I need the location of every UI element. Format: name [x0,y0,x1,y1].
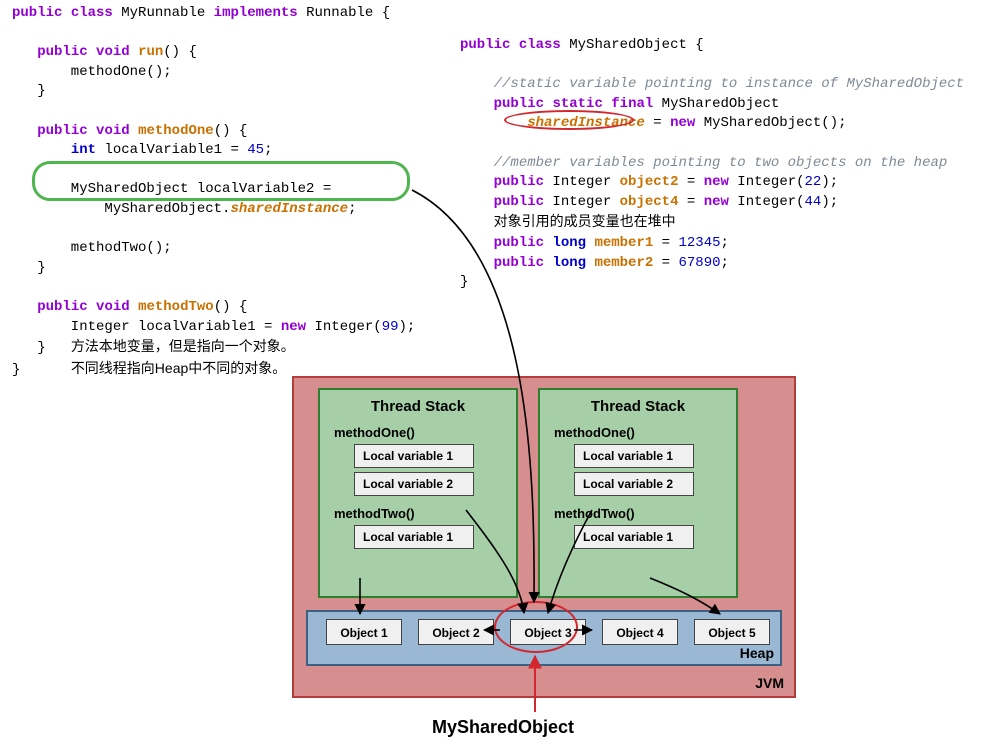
local-variable-2a: Local variable 2 [574,472,694,496]
frame-methodtwo: methodTwo() [554,506,736,521]
local-variable-1a: Local variable 1 [574,444,694,468]
jvm-label: JVM [755,675,784,691]
frame-methodone: methodOne() [334,425,516,440]
object-4: Object 4 [602,619,678,645]
local-variable-1b: Local variable 1 [354,525,474,549]
thread-stack-1: Thread Stack methodOne() Local variable … [318,388,518,598]
frame-methodone: methodOne() [554,425,736,440]
highlight-object3 [494,601,578,653]
object-5: Object 5 [694,619,770,645]
highlight-sharedinstance [504,110,634,130]
highlight-localvariable2 [32,161,410,201]
thread-stack-2: Thread Stack methodOne() Local variable … [538,388,738,598]
object-1: Object 1 [326,619,402,645]
frame-methodtwo: methodTwo() [334,506,516,521]
local-variable-1a: Local variable 1 [354,444,474,468]
code-text: public class MySharedObject { //static v… [460,36,964,293]
thread-stack-title: Thread Stack [320,398,516,415]
mysharedobject-label: MySharedObject [432,717,574,738]
thread-stack-title: Thread Stack [540,398,736,415]
code-mysharedobject: public class MySharedObject { //static v… [460,36,964,293]
heap-label: Heap [740,645,774,661]
object-2: Object 2 [418,619,494,645]
local-variable-1b: Local variable 1 [574,525,694,549]
local-variable-2a: Local variable 2 [354,472,474,496]
